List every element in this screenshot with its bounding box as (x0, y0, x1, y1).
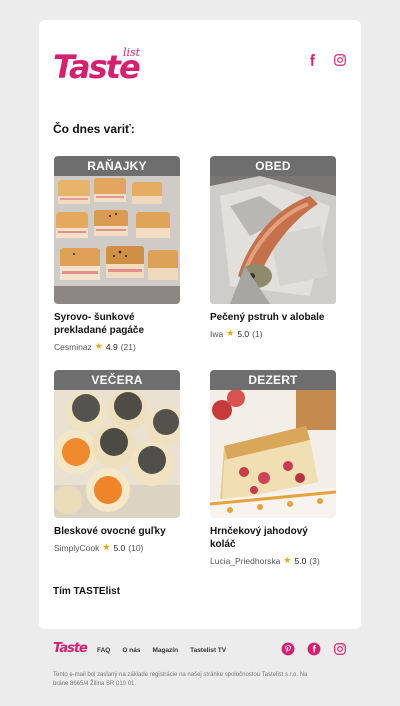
recipe-author: Cesminaz (54, 341, 92, 352)
star-icon: ★ (283, 555, 292, 565)
recipe-title[interactable]: Bleskové ovocné guľky (54, 525, 180, 538)
facebook-icon[interactable] (305, 53, 319, 67)
section-heading: Čo dnes variť: (53, 122, 135, 136)
instagram-icon[interactable] (333, 642, 347, 656)
rating-count: (1) (252, 328, 263, 339)
recipe-title[interactable]: Pečený pstruh v alobale (210, 311, 336, 324)
star-icon: ★ (94, 341, 103, 351)
category-label: RAŇAJKY (54, 156, 180, 176)
recipe-photo[interactable]: RAŇAJKY (54, 156, 180, 304)
recipe-photo[interactable]: DEZERT (210, 370, 336, 518)
recipe-rating: 5.0 (294, 555, 307, 566)
signoff: Tím TASTElist (53, 586, 121, 597)
trout-image (210, 176, 336, 304)
star-icon: ★ (226, 328, 235, 338)
footer-link-magazine[interactable]: Magazín (152, 647, 178, 654)
recipe-meta: Iwa ★ 5.0 (1) (210, 328, 336, 339)
recipe-author: Iwa (210, 328, 224, 339)
recipe-title[interactable]: Hrnčekový jahodový koláč (210, 525, 336, 551)
recipe-author: Lucia_Priedhorska (210, 555, 281, 566)
email-card: Taste list Čo dnes variť: RAŇAJKY Syrovo… (39, 20, 361, 629)
recipe-meta: Lucia_Priedhorska ★ 5.0 (3) (210, 555, 336, 566)
tastelist-logo[interactable]: Taste list (53, 46, 153, 86)
recipe-rating: 5.0 (237, 328, 250, 339)
recipe-card-breakfast[interactable]: RAŇAJKY Syrovo- šunkové prekladané pagáč… (54, 156, 180, 352)
legal-text: Tento e-mail bol zaslaný na základe regi… (53, 672, 308, 687)
footer-social (281, 642, 347, 656)
footer-links: FAQ O nás Magazín Tastelist TV (97, 647, 226, 654)
rating-count: (10) (128, 542, 144, 553)
recipe-photo[interactable]: OBED (210, 156, 336, 304)
category-label: OBED (210, 156, 336, 176)
header-social (305, 53, 347, 67)
rating-count: (3) (309, 555, 320, 566)
recipe-photo[interactable]: VEČERA (54, 370, 180, 518)
footer-link-tv[interactable]: Tastelist TV (190, 647, 226, 654)
logo-subtext: list (123, 46, 141, 59)
star-icon: ★ (102, 542, 111, 552)
pastry-image (54, 176, 180, 304)
category-label: VEČERA (54, 370, 180, 390)
dumplings-image (54, 390, 180, 518)
recipe-meta: SimplyCook ★ 5.0 (10) (54, 542, 180, 553)
instagram-icon[interactable] (333, 53, 347, 67)
recipe-author: SimplyCook (54, 542, 100, 553)
footer-link-about[interactable]: O nás (122, 647, 140, 654)
category-label: DEZERT (210, 370, 336, 390)
footer-logo[interactable]: Taste (53, 641, 88, 656)
rating-count: (21) (120, 341, 136, 352)
recipe-card-dessert[interactable]: DEZERT Hrnčekový jahodový koláč Lucia_Pr… (210, 370, 336, 566)
footer-link-faq[interactable]: FAQ (97, 647, 110, 654)
recipe-rating: 4.9 (105, 341, 118, 352)
recipe-title[interactable]: Syrovo- šunkové prekladané pagáče (54, 311, 180, 337)
recipe-rating: 5.0 (113, 542, 126, 553)
strawberry-cake-image (210, 390, 336, 518)
pinterest-icon[interactable] (281, 642, 295, 656)
recipe-card-dinner[interactable]: VEČERA Bleskové ovocné guľky SimplyCook … (54, 370, 180, 553)
recipe-card-lunch[interactable]: OBED Pečený pstruh v alobale Iwa ★ 5.0 (… (210, 156, 336, 339)
recipe-meta: Cesminaz ★ 4.9 (21) (54, 341, 180, 352)
facebook-icon[interactable] (307, 642, 321, 656)
